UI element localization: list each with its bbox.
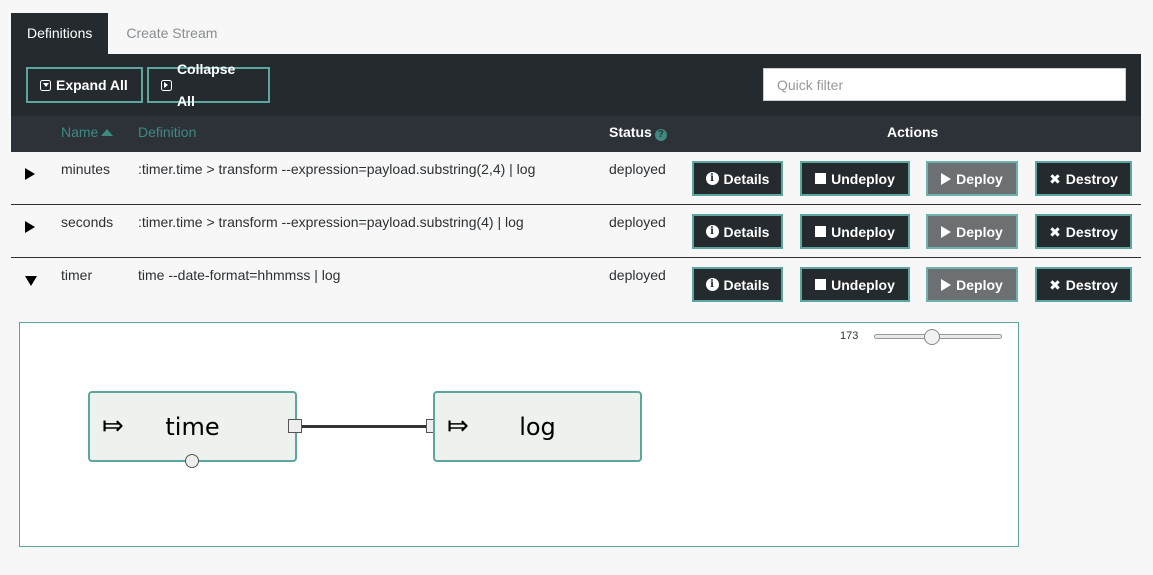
expand-icon: [40, 79, 51, 91]
deploy-button[interactable]: Deploy: [926, 161, 1018, 196]
deploy-label: Deploy: [956, 276, 1003, 293]
table-row: seconds :timer.time > transform --express…: [11, 205, 1141, 258]
tap-port[interactable]: [185, 454, 199, 468]
node-label: time: [165, 413, 220, 441]
node-label: log: [519, 413, 556, 441]
stream-definition: :timer.time > transform --expression=pay…: [138, 214, 524, 230]
play-icon: [941, 225, 952, 238]
stream-definition: time --date-format=hhmmss | log: [138, 267, 341, 283]
play-icon: [941, 172, 952, 185]
column-header-name[interactable]: Name: [61, 116, 114, 148]
deploy-button[interactable]: Deploy: [926, 214, 1018, 249]
stream-status: deployed: [609, 214, 666, 230]
undeploy-button[interactable]: Undeploy: [800, 161, 910, 196]
deploy-label: Deploy: [956, 223, 1003, 240]
deploy-button[interactable]: Deploy: [926, 267, 1018, 302]
row-toggle[interactable]: [25, 271, 39, 286]
help-icon[interactable]: ?: [654, 129, 667, 141]
column-header-definition[interactable]: Definition: [138, 116, 196, 148]
undeploy-button[interactable]: Undeploy: [800, 267, 910, 302]
toolbar: Expand All Collapse All: [11, 54, 1141, 116]
tab-create-stream[interactable]: Create Stream: [108, 13, 233, 54]
column-header-actions: Actions: [887, 124, 939, 140]
close-icon: ✖: [1049, 276, 1061, 293]
deploy-label: Deploy: [956, 170, 1003, 187]
destroy-label: Destroy: [1065, 223, 1118, 240]
destroy-button[interactable]: ✖ Destroy: [1035, 214, 1132, 249]
caret-right-icon: [25, 168, 35, 180]
sort-ascending-icon: [101, 129, 114, 136]
undeploy-label: Undeploy: [831, 170, 895, 187]
stop-icon: [815, 173, 827, 184]
undeploy-button[interactable]: Undeploy: [800, 214, 910, 249]
details-button[interactable]: i Details: [692, 161, 783, 196]
stream-status: deployed: [609, 161, 666, 177]
tab-definitions[interactable]: Definitions: [11, 13, 109, 54]
tab-bar: Definitions Create Stream: [11, 13, 233, 54]
stream-status: deployed: [609, 267, 666, 283]
expand-all-label: Expand All: [56, 77, 128, 93]
collapse-all-label: Collapse All: [176, 61, 236, 109]
destroy-button[interactable]: ✖ Destroy: [1035, 161, 1132, 196]
column-status-label: Status: [609, 124, 652, 140]
details-label: Details: [723, 223, 770, 240]
stream-definition: :timer.time > transform --expression=pay…: [138, 161, 536, 177]
destroy-label: Destroy: [1065, 170, 1118, 187]
stop-icon: [815, 226, 827, 237]
info-icon: i: [705, 172, 719, 185]
zoom-slider[interactable]: [874, 329, 1004, 345]
play-icon: [941, 278, 952, 291]
info-icon: i: [705, 225, 719, 238]
destroy-label: Destroy: [1065, 276, 1118, 293]
details-button[interactable]: i Details: [692, 214, 783, 249]
row-toggle[interactable]: [25, 165, 39, 180]
row-toggle[interactable]: [25, 218, 39, 233]
zoom-slider-thumb[interactable]: [924, 329, 940, 345]
undeploy-label: Undeploy: [831, 223, 895, 240]
column-name-label: Name: [61, 124, 99, 140]
column-header-status: Status?: [609, 116, 667, 148]
details-label: Details: [723, 276, 770, 293]
close-icon: ✖: [1049, 223, 1061, 240]
quick-filter-input[interactable]: [763, 68, 1126, 101]
details-label: Details: [723, 170, 770, 187]
collapse-icon: [161, 79, 172, 91]
graph-node-time[interactable]: ⤇ time: [88, 391, 297, 462]
stream-name: timer: [61, 267, 93, 283]
table-header: Name Definition Status? Actions: [11, 116, 1141, 152]
table-row: minutes :timer.time > transform --express…: [11, 152, 1141, 205]
output-port[interactable]: [288, 419, 302, 433]
info-icon: i: [705, 278, 719, 291]
destroy-button[interactable]: ✖ Destroy: [1035, 267, 1132, 302]
zoom-value: 173: [840, 330, 859, 342]
graph-link[interactable]: [302, 425, 426, 428]
stream-name: seconds: [61, 214, 114, 230]
caret-right-icon: [25, 221, 35, 233]
stop-icon: [815, 279, 827, 290]
undeploy-label: Undeploy: [831, 276, 895, 293]
details-button[interactable]: i Details: [692, 267, 783, 302]
collapse-all-button[interactable]: Collapse All: [147, 61, 270, 109]
close-icon: ✖: [1049, 170, 1061, 187]
stream-graph-canvas[interactable]: 173 ⤇ time ⤇ log: [19, 322, 1019, 547]
caret-down-icon: [25, 276, 37, 286]
table-row: timer time --date-format=hhmmss | log depl…: [11, 258, 1141, 311]
expand-all-button[interactable]: Expand All: [26, 67, 143, 103]
graph-node-log[interactable]: ⤇ log: [433, 391, 642, 462]
stream-name: minutes: [61, 161, 111, 177]
